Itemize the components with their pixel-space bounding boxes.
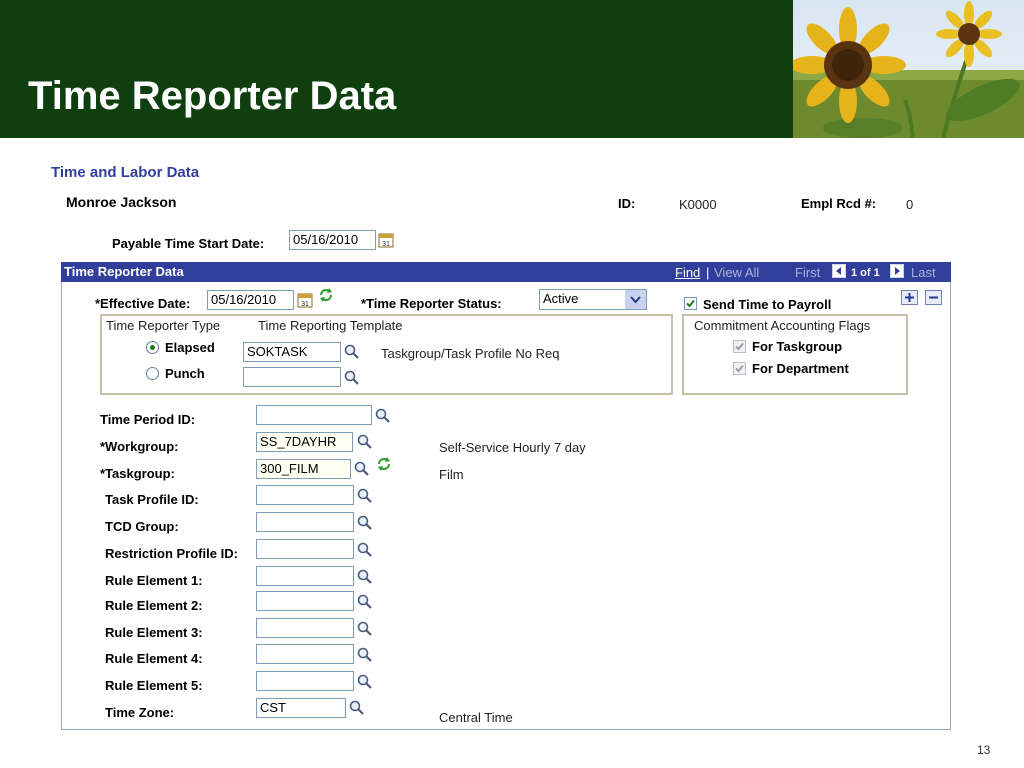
- rule-element-4-label: Rule Element 4:: [105, 651, 203, 666]
- radio-dot: [150, 345, 155, 350]
- time-zone-input[interactable]: CST: [256, 698, 346, 718]
- template-heading: Time Reporting Template: [258, 318, 403, 333]
- taskgroup-desc: Film: [439, 467, 464, 482]
- rule-element-5-label: Rule Element 5:: [105, 678, 203, 693]
- rule-element-2-label: Rule Element 2:: [105, 598, 203, 613]
- task-profile-id-input[interactable]: [256, 485, 354, 505]
- payable-start-label: Payable Time Start Date:: [112, 236, 265, 251]
- search-icon[interactable]: [357, 569, 373, 585]
- taskgroup-input[interactable]: 300_FILM: [256, 459, 351, 479]
- search-icon[interactable]: [357, 434, 373, 450]
- time-period-id-input[interactable]: [256, 405, 372, 425]
- rule-element-3-input[interactable]: [256, 618, 354, 638]
- payable-start-input[interactable]: 05/16/2010: [289, 230, 376, 250]
- empl-rcd-value: 0: [906, 197, 914, 212]
- search-icon[interactable]: [349, 700, 365, 716]
- time-zone-desc: Central Time: [439, 710, 513, 725]
- sunflower-photo: [793, 0, 1024, 138]
- workgroup-label: *Workgroup:: [100, 439, 179, 454]
- task-profile-id-label: Task Profile ID:: [105, 492, 199, 507]
- calendar-icon[interactable]: 31: [297, 292, 313, 308]
- effective-date-input[interactable]: 05/16/2010: [207, 290, 294, 310]
- workgroup-desc: Self-Service Hourly 7 day: [439, 440, 586, 455]
- rule-element-2-input[interactable]: [256, 591, 354, 611]
- refresh-icon[interactable]: [376, 456, 392, 472]
- svg-text:31: 31: [382, 241, 390, 248]
- search-icon[interactable]: [357, 621, 373, 637]
- reporter-status-value: Active: [543, 291, 579, 306]
- search-icon[interactable]: [357, 542, 373, 558]
- rule-element-5-input[interactable]: [256, 671, 354, 691]
- restriction-profile-id-input[interactable]: [256, 539, 354, 559]
- template-input-elapsed[interactable]: SOKTASK: [243, 342, 341, 362]
- plus-icon: [905, 293, 914, 302]
- search-icon[interactable]: [344, 370, 360, 386]
- dropdown-icon[interactable]: [625, 290, 646, 309]
- view-all-link[interactable]: View All: [714, 265, 759, 280]
- for-department-label: For Department: [752, 361, 849, 376]
- effective-date-label: *Effective Date:: [95, 296, 191, 311]
- checkmark-icon: [686, 299, 695, 308]
- search-icon[interactable]: [357, 647, 373, 663]
- employee-id-label: ID:: [618, 196, 636, 211]
- for-taskgroup-label: For Taskgroup: [752, 339, 843, 354]
- elapsed-template-desc: Taskgroup/Task Profile No Req: [381, 346, 560, 361]
- find-link[interactable]: Find: [675, 265, 700, 280]
- search-icon[interactable]: [375, 408, 391, 424]
- checkmark-icon: [735, 342, 744, 351]
- rule-element-1-input[interactable]: [256, 566, 354, 586]
- checkmark-icon: [735, 364, 744, 373]
- search-icon[interactable]: [354, 461, 370, 477]
- tcd-group-input[interactable]: [256, 512, 354, 532]
- search-icon[interactable]: [357, 488, 373, 504]
- calendar-icon[interactable]: 31: [378, 232, 394, 248]
- elapsed-label: Elapsed: [165, 340, 215, 355]
- page-number: 13: [977, 743, 991, 757]
- taskgroup-label: *Taskgroup:: [100, 466, 175, 481]
- first-link[interactable]: First: [795, 265, 820, 280]
- punch-radio[interactable]: [146, 367, 159, 380]
- template-input-punch[interactable]: [243, 367, 341, 387]
- employee-name: Monroe Jackson: [66, 194, 177, 210]
- section-title: Time and Labor Data: [51, 164, 200, 181]
- grid-title: Time Reporter Data: [64, 264, 184, 279]
- svg-text:31: 31: [301, 301, 309, 308]
- search-icon[interactable]: [344, 344, 360, 360]
- send-payroll-label: Send Time to Payroll: [703, 297, 832, 312]
- minus-icon: [929, 296, 938, 299]
- time-period-id-label: Time Period ID:: [100, 412, 196, 427]
- empl-rcd-label: Empl Rcd #:: [801, 196, 877, 211]
- rule-element-4-input[interactable]: [256, 644, 354, 664]
- rule-element-1-label: Rule Element 1:: [105, 573, 203, 588]
- tcd-group-label: TCD Group:: [105, 519, 179, 534]
- grid-header: Time Reporter Data Find | View All First…: [61, 262, 951, 282]
- commitment-heading: Commitment Accounting Flags: [694, 318, 871, 333]
- rule-element-3-label: Rule Element 3:: [105, 625, 203, 640]
- nav-prev-icon[interactable]: [832, 264, 846, 278]
- reporter-status-label: *Time Reporter Status:: [361, 296, 502, 311]
- search-icon[interactable]: [357, 515, 373, 531]
- time-zone-label: Time Zone:: [105, 705, 175, 720]
- page-indicator: 1 of 1: [851, 267, 880, 279]
- refresh-icon[interactable]: [318, 287, 334, 303]
- workgroup-input[interactable]: SS_7DAYHR: [256, 432, 353, 452]
- employee-id-value: K0000: [679, 197, 717, 212]
- search-icon[interactable]: [357, 674, 373, 690]
- separator: |: [706, 265, 710, 280]
- nav-next-icon[interactable]: [890, 264, 904, 278]
- reporter-type-heading: Time Reporter Type: [106, 318, 221, 333]
- search-icon[interactable]: [357, 594, 373, 610]
- last-link[interactable]: Last: [911, 265, 936, 280]
- restriction-profile-id-label: Restriction Profile ID:: [105, 546, 238, 561]
- slide-title: Time Reporter Data: [28, 74, 397, 118]
- punch-label: Punch: [165, 366, 205, 381]
